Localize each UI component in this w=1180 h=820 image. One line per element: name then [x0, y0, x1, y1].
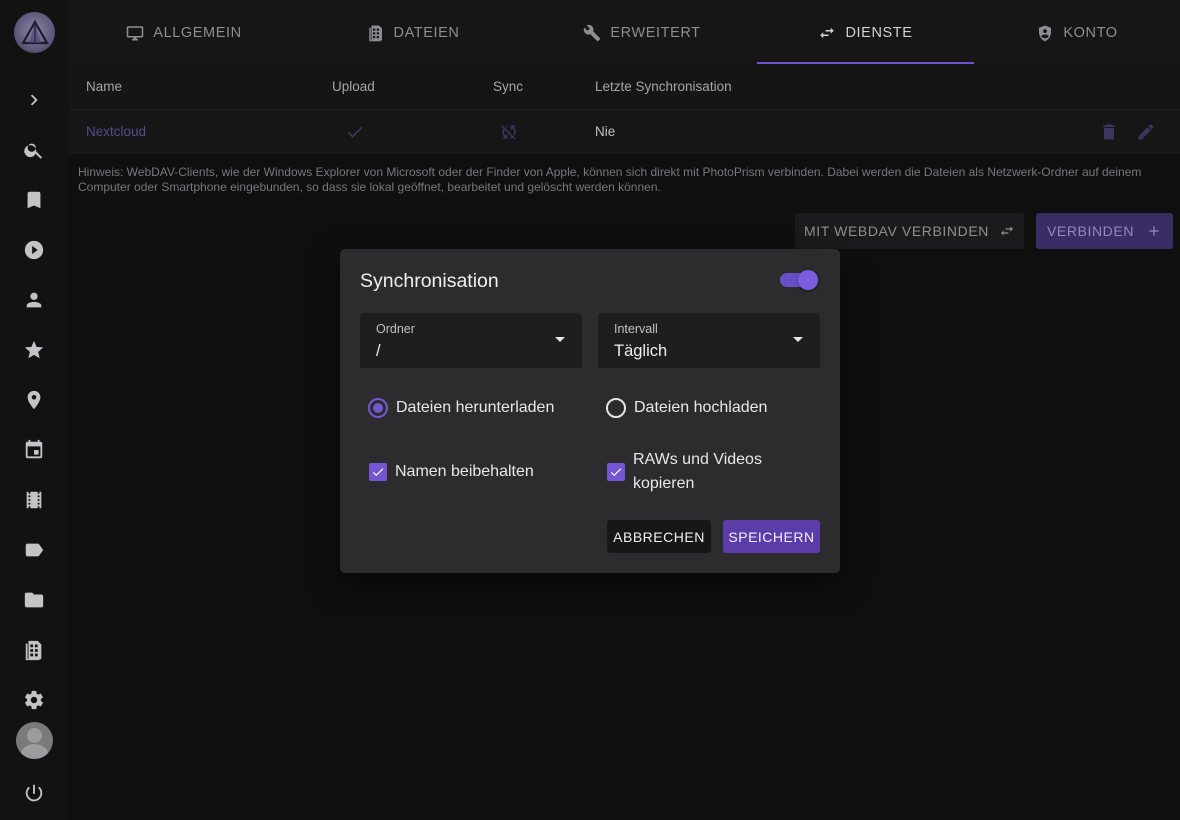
avatar[interactable] — [16, 722, 53, 759]
table-row[interactable]: Nextcloud Nie — [69, 110, 1180, 154]
upload-radio-label: Dateien hochladen — [634, 399, 768, 416]
cancel-button[interactable]: ABBRECHEN — [607, 520, 711, 553]
raw-videos-checkbox-option[interactable]: RAWs und Videos kopieren — [606, 448, 762, 496]
sync-enabled-toggle[interactable] — [780, 270, 818, 290]
checkbox-checked-icon[interactable] — [369, 463, 387, 481]
dialog-title: Synchronisation — [360, 270, 499, 292]
tab-erweitert[interactable]: ERWEITERT — [527, 0, 757, 66]
prism-logo-icon — [20, 19, 49, 44]
raw-videos-label-line2: kopieren — [633, 475, 695, 492]
wrench-icon — [584, 24, 601, 42]
calendar-icon[interactable] — [19, 435, 49, 465]
photoprism-logo[interactable] — [14, 12, 55, 53]
service-name-link[interactable]: Nextcloud — [86, 124, 146, 139]
download-radio-option[interactable]: Dateien herunterladen — [368, 396, 554, 420]
tab-label: ERWEITERT — [610, 25, 701, 41]
save-button[interactable]: SPEICHERN — [723, 520, 820, 553]
chevron-right-icon[interactable] — [19, 85, 49, 115]
folder-select-value: / — [376, 342, 381, 360]
bookmark-icon[interactable] — [19, 185, 49, 215]
search-icon[interactable] — [19, 135, 49, 165]
check-icon — [345, 122, 365, 145]
webdav-hint-text: Hinweis: WebDAV-Clients, wie der Windows… — [78, 165, 1142, 194]
plus-icon — [1149, 226, 1159, 236]
folder-icon[interactable] — [19, 585, 49, 615]
file-cabinet-icon[interactable] — [19, 635, 49, 665]
radio-checked-icon[interactable] — [368, 398, 388, 418]
tab-dateien[interactable]: DATEIEN — [299, 0, 527, 66]
radio-unchecked-icon[interactable] — [606, 398, 626, 418]
upload-radio-option[interactable]: Dateien hochladen — [606, 396, 767, 420]
tab-konto[interactable]: KONTO — [974, 0, 1180, 66]
play-circle-icon[interactable] — [19, 235, 49, 265]
sync-dialog: Synchronisation Ordner / Intervall Tägli… — [340, 249, 840, 573]
tab-dienste[interactable]: DIENSTE — [757, 0, 974, 66]
checkbox-checked-icon[interactable] — [607, 463, 625, 481]
label-icon[interactable] — [19, 535, 49, 565]
sync-disabled-icon — [499, 122, 519, 145]
column-header-name[interactable]: Name — [86, 79, 122, 94]
star-icon[interactable] — [19, 335, 49, 365]
swap-arrows-icon — [820, 27, 835, 39]
keep-names-checkbox-option[interactable]: Namen beibehalten — [368, 460, 534, 484]
power-icon[interactable] — [19, 778, 49, 808]
monitor-icon — [127, 26, 144, 41]
download-radio-label: Dateien herunterladen — [396, 399, 555, 416]
tab-allgemein[interactable]: ALLGEMEIN — [69, 0, 299, 66]
gear-icon[interactable] — [19, 685, 49, 715]
interval-select-label: Intervall — [614, 322, 658, 336]
webdav-button-label: MIT WEBDAV VERBINDEN — [804, 223, 989, 239]
location-pin-icon[interactable] — [19, 385, 49, 415]
person-icon[interactable] — [19, 285, 49, 315]
folder-select[interactable]: Ordner / — [360, 313, 582, 368]
tab-label: ALLGEMEIN — [153, 25, 242, 41]
edit-icon[interactable] — [1136, 122, 1156, 145]
connect-button-label: VERBINDEN — [1046, 223, 1135, 239]
connect-button[interactable]: VERBINDEN — [1036, 213, 1173, 249]
file-cabinet-icon — [368, 25, 382, 42]
sidebar — [0, 0, 69, 820]
interval-select[interactable]: Intervall Täglich — [598, 313, 820, 368]
tab-label: DATEIEN — [393, 25, 460, 41]
raw-videos-label: RAWs und Videos kopieren — [633, 448, 762, 496]
table-header: Name Upload Sync Letzte Synchronisation — [69, 66, 1180, 110]
column-header-upload[interactable]: Upload — [332, 79, 375, 94]
active-tab-indicator — [757, 62, 974, 64]
column-header-sync[interactable]: Sync — [493, 79, 523, 94]
keep-names-label: Namen beibehalten — [395, 463, 534, 480]
folder-select-label: Ordner — [376, 322, 415, 336]
raw-videos-label-line1: RAWs und Videos — [633, 451, 762, 468]
dropdown-caret-icon — [793, 337, 803, 342]
tab-label: DIENSTE — [845, 25, 913, 41]
dropdown-caret-icon — [555, 337, 565, 342]
tab-label: KONTO — [1063, 25, 1118, 41]
swap-arrows-icon — [1000, 226, 1013, 236]
interval-select-value: Täglich — [614, 342, 668, 360]
delete-icon[interactable] — [1099, 122, 1119, 145]
user-shield-icon — [1039, 25, 1052, 42]
last-sync-value: Nie — [595, 124, 616, 139]
settings-tabs: ALLGEMEIN DATEIEN ERWEITERT DIENSTE KONT… — [69, 0, 1180, 66]
app-root: ALLGEMEIN DATEIEN ERWEITERT DIENSTE KONT… — [0, 0, 1180, 820]
film-icon[interactable] — [19, 485, 49, 515]
connect-webdav-button[interactable]: MIT WEBDAV VERBINDEN — [795, 213, 1024, 249]
column-header-last-sync[interactable]: Letzte Synchronisation — [595, 79, 732, 94]
